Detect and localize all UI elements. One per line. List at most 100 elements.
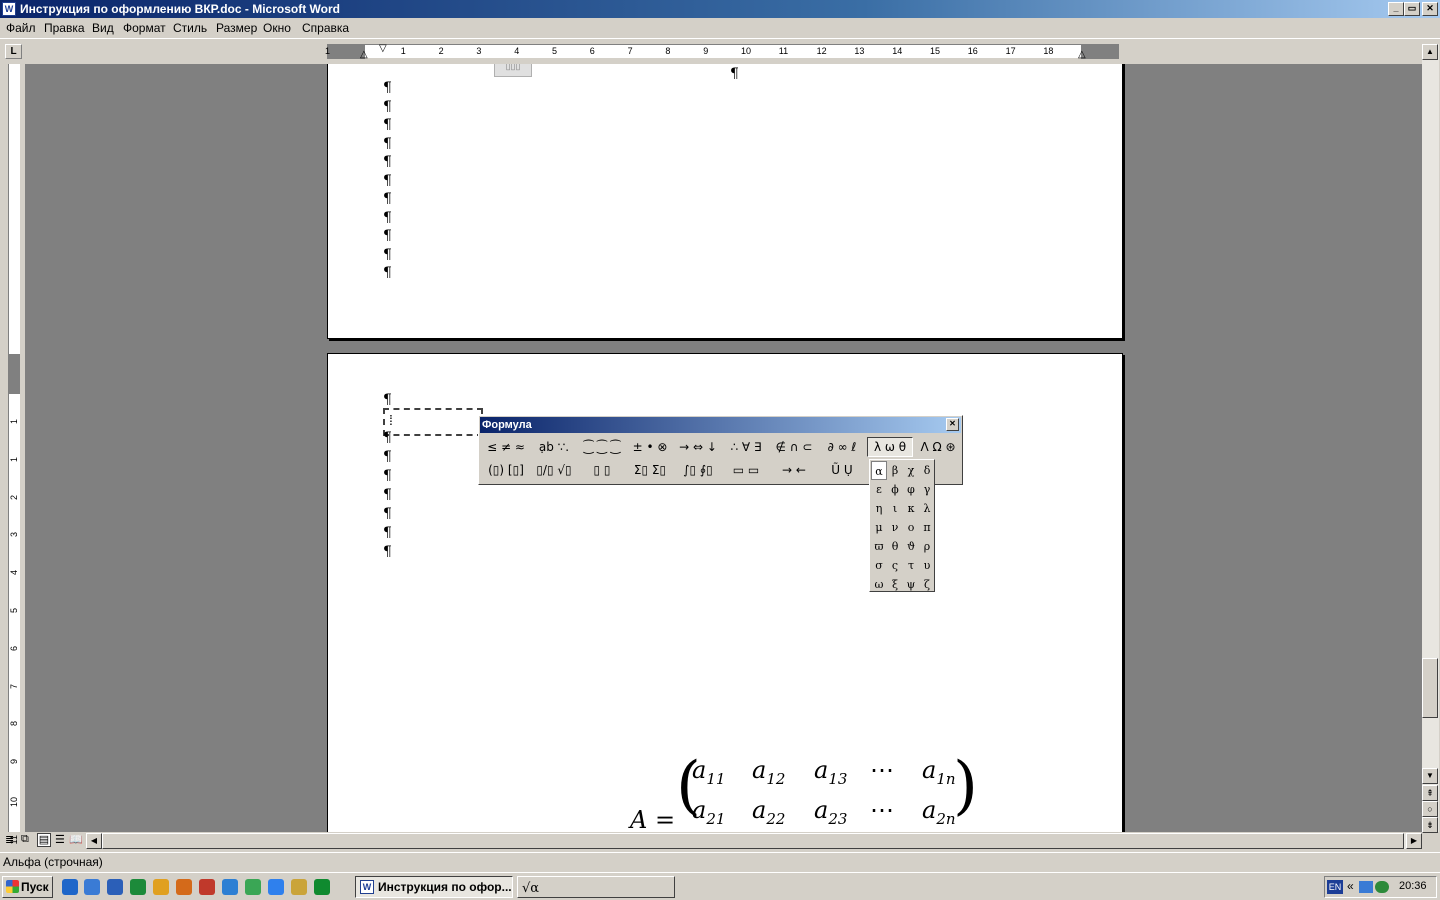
select-browse-object-button[interactable]: ○: [1422, 801, 1438, 817]
scroll-up-button[interactable]: ▲: [1422, 44, 1438, 60]
greek-symbol-button[interactable]: φ: [903, 480, 919, 499]
formula-template-button[interactable]: → ←: [771, 460, 817, 480]
formula-template-button[interactable]: λ ω θ: [867, 437, 913, 457]
previous-page-button[interactable]: ⇞: [1422, 785, 1438, 801]
menu-edit[interactable]: Правка: [44, 21, 85, 35]
formula-toolbar-title[interactable]: Формула: [480, 417, 961, 433]
maximize-button[interactable]: ▭: [1404, 2, 1420, 16]
menu-style[interactable]: Стиль: [173, 21, 207, 35]
search-icon[interactable]: [268, 879, 284, 895]
tab-selector-button[interactable]: L: [5, 44, 22, 59]
normal-view-icon[interactable]: ≣: [5, 833, 14, 846]
greek-symbol-button[interactable]: υ: [919, 556, 935, 575]
menu-help[interactable]: Справка: [302, 21, 349, 35]
menu-view[interactable]: Вид: [92, 21, 114, 35]
object-handle-box[interactable]: ▯▯▯: [494, 64, 532, 77]
formula-template-button[interactable]: ⁐ ⁐ ⁐: [579, 437, 625, 457]
greek-symbol-button[interactable]: ϑ: [903, 537, 919, 556]
formula-toolbar-close-button[interactable]: ✕: [946, 418, 959, 431]
clock[interactable]: 20:36: [1399, 880, 1427, 892]
formula-template-button[interactable]: ▯/▯ √▯: [531, 460, 577, 480]
menu-file[interactable]: Файл: [6, 21, 36, 35]
print-layout-icon[interactable]: ▤: [37, 833, 51, 847]
taskbar-item-word[interactable]: W Инструкция по офор...: [355, 876, 513, 898]
tray-app-icon[interactable]: [1375, 881, 1389, 893]
formula-template-button[interactable]: ≤ ≠ ≈: [483, 437, 529, 457]
greek-symbol-button[interactable]: ε: [871, 480, 887, 499]
formula-template-button[interactable]: ± • ⊗: [627, 437, 673, 457]
greek-symbol-button[interactable]: ι: [887, 499, 903, 518]
menu-format[interactable]: Формат: [123, 21, 166, 35]
show-desktop-icon[interactable]: [84, 879, 100, 895]
formula-template-button[interactable]: Λ Ω ⊛: [915, 437, 961, 457]
reading-view-icon[interactable]: 📖: [69, 833, 83, 846]
browser-icon[interactable]: [222, 879, 238, 895]
greek-symbol-button[interactable]: ϕ: [887, 480, 903, 499]
greek-lowercase-palette[interactable]: αβχδ εϕφγ ηικλ μνοπ ϖθϑρ σςτυ ωξψζ: [869, 459, 935, 592]
page-1[interactable]: ▯▯▯ ¶ ¶ ¶ ¶ ¶ ¶ ¶ ¶ ¶ ¶ ¶ ¶: [327, 64, 1123, 339]
outlook-icon[interactable]: [153, 879, 169, 895]
greek-symbol-button[interactable]: ω: [871, 575, 887, 594]
greek-symbol-button[interactable]: χ: [903, 461, 919, 480]
app-icon[interactable]: [314, 879, 330, 895]
scroll-right-button[interactable]: ▶: [1406, 833, 1422, 849]
formula-template-button[interactable]: Σ▯ Σ▯: [627, 460, 673, 480]
scroll-left-button[interactable]: ◀: [86, 833, 102, 849]
formula-template-button[interactable]: ∂ ∞ ℓ: [819, 437, 865, 457]
greek-symbol-button[interactable]: ϖ: [871, 537, 887, 556]
greek-symbol-button[interactable]: η: [871, 499, 887, 518]
vertical-ruler[interactable]: 1 1 2 3 4 5 6 7 8 9 10 11: [6, 64, 22, 844]
formula-template-button[interactable]: ạb ∵.: [531, 437, 577, 457]
right-indent-marker[interactable]: △: [1078, 49, 1086, 60]
formula-template-button[interactable]: ▭ ▭: [723, 460, 769, 480]
taskbar-item-equation-editor[interactable]: √α: [517, 876, 675, 898]
greek-symbol-button[interactable]: θ: [887, 537, 903, 556]
greek-symbol-button[interactable]: ψ: [903, 575, 919, 594]
vertical-scroll-thumb[interactable]: [1422, 658, 1438, 718]
greek-symbol-button[interactable]: σ: [871, 556, 887, 575]
greek-symbol-button[interactable]: ζ: [919, 575, 935, 594]
word-app-icon[interactable]: W: [2, 2, 16, 16]
web-view-icon[interactable]: ⧉: [21, 833, 29, 846]
formula-template-button[interactable]: (▯) [▯]: [483, 460, 529, 480]
formula-template-button[interactable]: Ũ Ụ: [819, 460, 865, 480]
language-indicator[interactable]: EN: [1327, 880, 1343, 894]
greek-symbol-button[interactable]: β: [887, 461, 903, 480]
greek-symbol-button[interactable]: ν: [887, 518, 903, 537]
greek-symbol-button[interactable]: τ: [903, 556, 919, 575]
greek-symbol-button[interactable]: γ: [919, 480, 935, 499]
tray-expand-chevron[interactable]: «: [1347, 879, 1354, 893]
scroll-down-button[interactable]: ▼: [1422, 768, 1438, 784]
outline-view-icon[interactable]: ☰: [55, 833, 65, 846]
formula-template-button[interactable]: → ⇔ ↓: [675, 437, 721, 457]
greek-symbol-button[interactable]: κ: [903, 499, 919, 518]
network-icon[interactable]: [1359, 881, 1373, 893]
greek-symbol-button[interactable]: δ: [919, 461, 935, 480]
greek-symbol-button[interactable]: π: [919, 518, 935, 537]
greek-symbol-button[interactable]: ξ: [887, 575, 903, 594]
greek-symbol-button[interactable]: α: [871, 461, 887, 480]
start-button[interactable]: Пуск: [2, 876, 53, 898]
greek-symbol-button[interactable]: ς: [887, 556, 903, 575]
formula-template-button[interactable]: ∉ ∩ ⊂: [771, 437, 817, 457]
next-page-button[interactable]: ⇟: [1422, 817, 1438, 833]
excel-icon[interactable]: [130, 879, 146, 895]
left-indent-marker[interactable]: △: [360, 49, 368, 60]
first-line-indent-marker[interactable]: ▽: [379, 43, 387, 54]
messenger-icon[interactable]: [291, 879, 307, 895]
formula-template-button[interactable]: ∴ ∀ ∃: [723, 437, 769, 457]
opera-icon[interactable]: [199, 879, 215, 895]
formula-template-button[interactable]: ∫▯ ∮▯: [675, 460, 721, 480]
chat-icon[interactable]: [245, 879, 261, 895]
menu-window[interactable]: Окно: [263, 21, 291, 35]
firefox-icon[interactable]: [176, 879, 192, 895]
horizontal-scrollbar[interactable]: ◀ ▶: [86, 833, 1422, 849]
close-button[interactable]: ✕: [1422, 2, 1438, 16]
vertical-scrollbar[interactable]: ▲ ▼ ⇞ ○ ⇟: [1422, 44, 1439, 833]
word-icon[interactable]: [107, 879, 123, 895]
greek-symbol-button[interactable]: λ: [919, 499, 935, 518]
internet-explorer-icon[interactable]: [62, 879, 78, 895]
formula-template-button[interactable]: ▯ ▯: [579, 460, 625, 480]
greek-symbol-button[interactable]: ρ: [919, 537, 935, 556]
greek-symbol-button[interactable]: ο: [903, 518, 919, 537]
